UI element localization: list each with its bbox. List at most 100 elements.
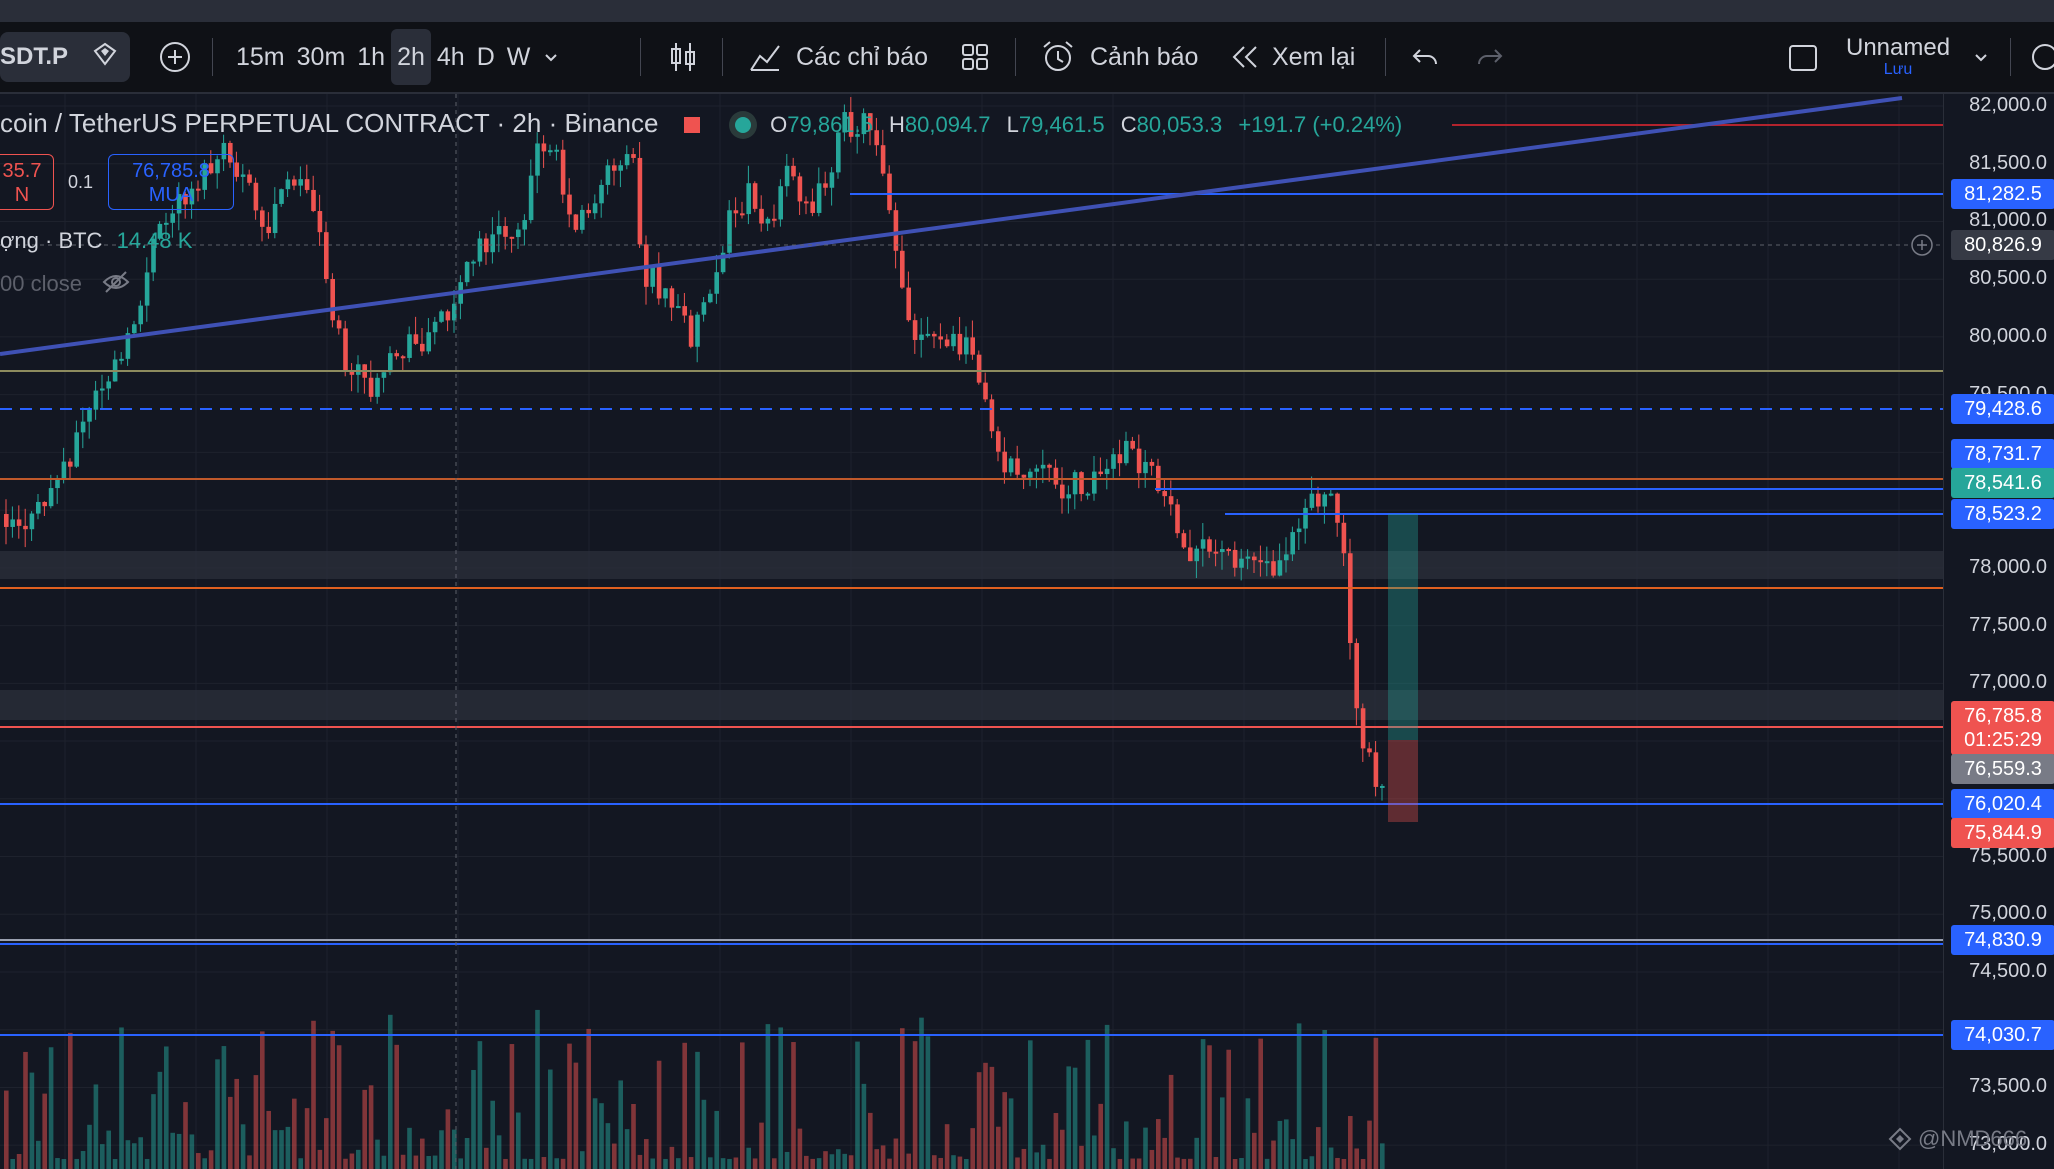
volume-bar (791, 1042, 796, 1169)
toolbar-divider (1015, 38, 1016, 76)
candle-body (61, 461, 67, 479)
volume-bar (1021, 1148, 1027, 1169)
candle-body (887, 173, 892, 211)
candle-body (701, 302, 707, 315)
volume-bar (368, 1085, 374, 1169)
eye-hidden-icon[interactable] (102, 271, 130, 299)
timeframe-4h[interactable]: 4h (431, 29, 471, 85)
timeframe-15m[interactable]: 15m (230, 29, 291, 85)
volume-bar (880, 1145, 886, 1169)
volume-bar (93, 1084, 99, 1169)
candle-body (1124, 440, 1129, 464)
symbol-search[interactable]: SDT.P (0, 22, 130, 92)
volume-bar (196, 1153, 201, 1169)
candle-body (1245, 556, 1251, 559)
volume-bar (695, 1051, 700, 1169)
volume-bar (887, 1158, 892, 1169)
long-position-stop-zone[interactable] (1388, 740, 1418, 822)
volume-bar (324, 1118, 329, 1169)
buy-label: MUA (148, 184, 194, 206)
candle-body (368, 377, 374, 397)
volume-bar (272, 1130, 278, 1169)
candle-body (1264, 561, 1270, 564)
add-alert-plus-icon[interactable] (1910, 233, 1934, 257)
volume-bar (285, 1126, 291, 1169)
volume-bar (720, 1158, 726, 1169)
volume-bar (176, 1133, 182, 1169)
indicators-button[interactable]: Các chỉ báo (748, 22, 928, 92)
candle-body (522, 220, 527, 230)
volume-bar (1367, 1120, 1372, 1169)
candle-body (381, 372, 387, 378)
buy-button[interactable]: 76,785.8 MUA (108, 154, 234, 210)
undo-icon[interactable] (1410, 22, 1440, 92)
layout-name-button[interactable]: Unnamed Lưu (1846, 22, 1950, 92)
redo-icon[interactable] (1475, 22, 1505, 92)
price-tick-label: 82,000.0 (1969, 94, 2047, 116)
chart-area[interactable]: coin / TetherUS PERPETUAL CONTRACT · 2h … (0, 94, 2054, 1169)
timeframe-1h[interactable]: 1h (351, 29, 391, 85)
timeframe-30m[interactable]: 30m (291, 29, 352, 85)
support-zone (0, 690, 1943, 720)
candle-body (496, 226, 502, 235)
templates-icon[interactable] (960, 22, 990, 92)
candle-body (509, 236, 515, 239)
candle-body (1149, 461, 1155, 466)
alert-button[interactable]: Cảnh báo (1040, 22, 1198, 92)
candle-body (816, 183, 822, 213)
timeframe-d[interactable]: D (471, 29, 501, 85)
volume-bar (1034, 1152, 1039, 1169)
volume-bar (938, 1157, 943, 1169)
volume-bar (778, 1027, 783, 1169)
candle-body (1015, 458, 1020, 475)
volume-bar (484, 1147, 489, 1169)
long-position-target-zone[interactable] (1388, 514, 1418, 740)
volume-bar (1072, 1067, 1078, 1169)
candle-body (1175, 504, 1180, 534)
fullscreen-toggle-icon[interactable] (1787, 22, 1819, 92)
volume-bar (919, 1017, 924, 1169)
volume-bar (189, 1134, 195, 1169)
volume-bar (1284, 1119, 1289, 1169)
candle-body (292, 179, 297, 186)
volume-bar (1277, 1120, 1283, 1169)
volume-bar (816, 1158, 822, 1169)
sell-button[interactable]: 35.7 N (0, 154, 54, 210)
layout-dropdown-icon[interactable] (1972, 22, 1990, 92)
market-status-icon (734, 117, 751, 134)
volume-bar (1168, 1074, 1174, 1169)
candle-type-icon[interactable] (668, 22, 698, 92)
timeframe-2h[interactable]: 2h (391, 29, 431, 85)
volume-bar (727, 1158, 732, 1169)
candle-body (317, 211, 323, 233)
timeframe-dropdown-icon[interactable] (536, 29, 566, 85)
volume-bar (612, 1143, 617, 1169)
candle-body (234, 162, 239, 177)
candle-body (1085, 493, 1091, 496)
candle-body (612, 165, 617, 171)
indicators-label: Các chỉ báo (796, 42, 929, 71)
volume-bar (637, 1154, 643, 1169)
compare-add-icon[interactable] (158, 22, 192, 92)
candle-body (804, 201, 809, 204)
price-tick-label: 77,500.0 (1969, 613, 2047, 636)
more-settings-icon[interactable] (2030, 22, 2054, 92)
timeframe-w[interactable]: W (501, 29, 537, 85)
volume-bar (106, 1130, 111, 1169)
toolbar-divider (640, 38, 641, 76)
replay-button[interactable]: Xem lại (1230, 22, 1355, 92)
candle-body (823, 183, 828, 188)
candle-body (1200, 539, 1206, 549)
candle-body (1213, 551, 1219, 554)
volume-bar (560, 1158, 566, 1169)
volume-bar (1104, 1024, 1110, 1169)
candle-body (1111, 454, 1116, 469)
price-axis[interactable]: 82,000.0 81,500.0 81,000.0 80,500.0 80,000.0… (1943, 94, 2054, 1169)
price-chart[interactable] (0, 94, 2054, 1169)
volume-label: ợng · BTC (0, 228, 103, 253)
layout-name: Unnamed (1846, 34, 1951, 61)
candle-body (580, 209, 585, 230)
candle-body (714, 272, 719, 294)
volume-bar (701, 1099, 707, 1169)
volume-bar (138, 1137, 143, 1169)
